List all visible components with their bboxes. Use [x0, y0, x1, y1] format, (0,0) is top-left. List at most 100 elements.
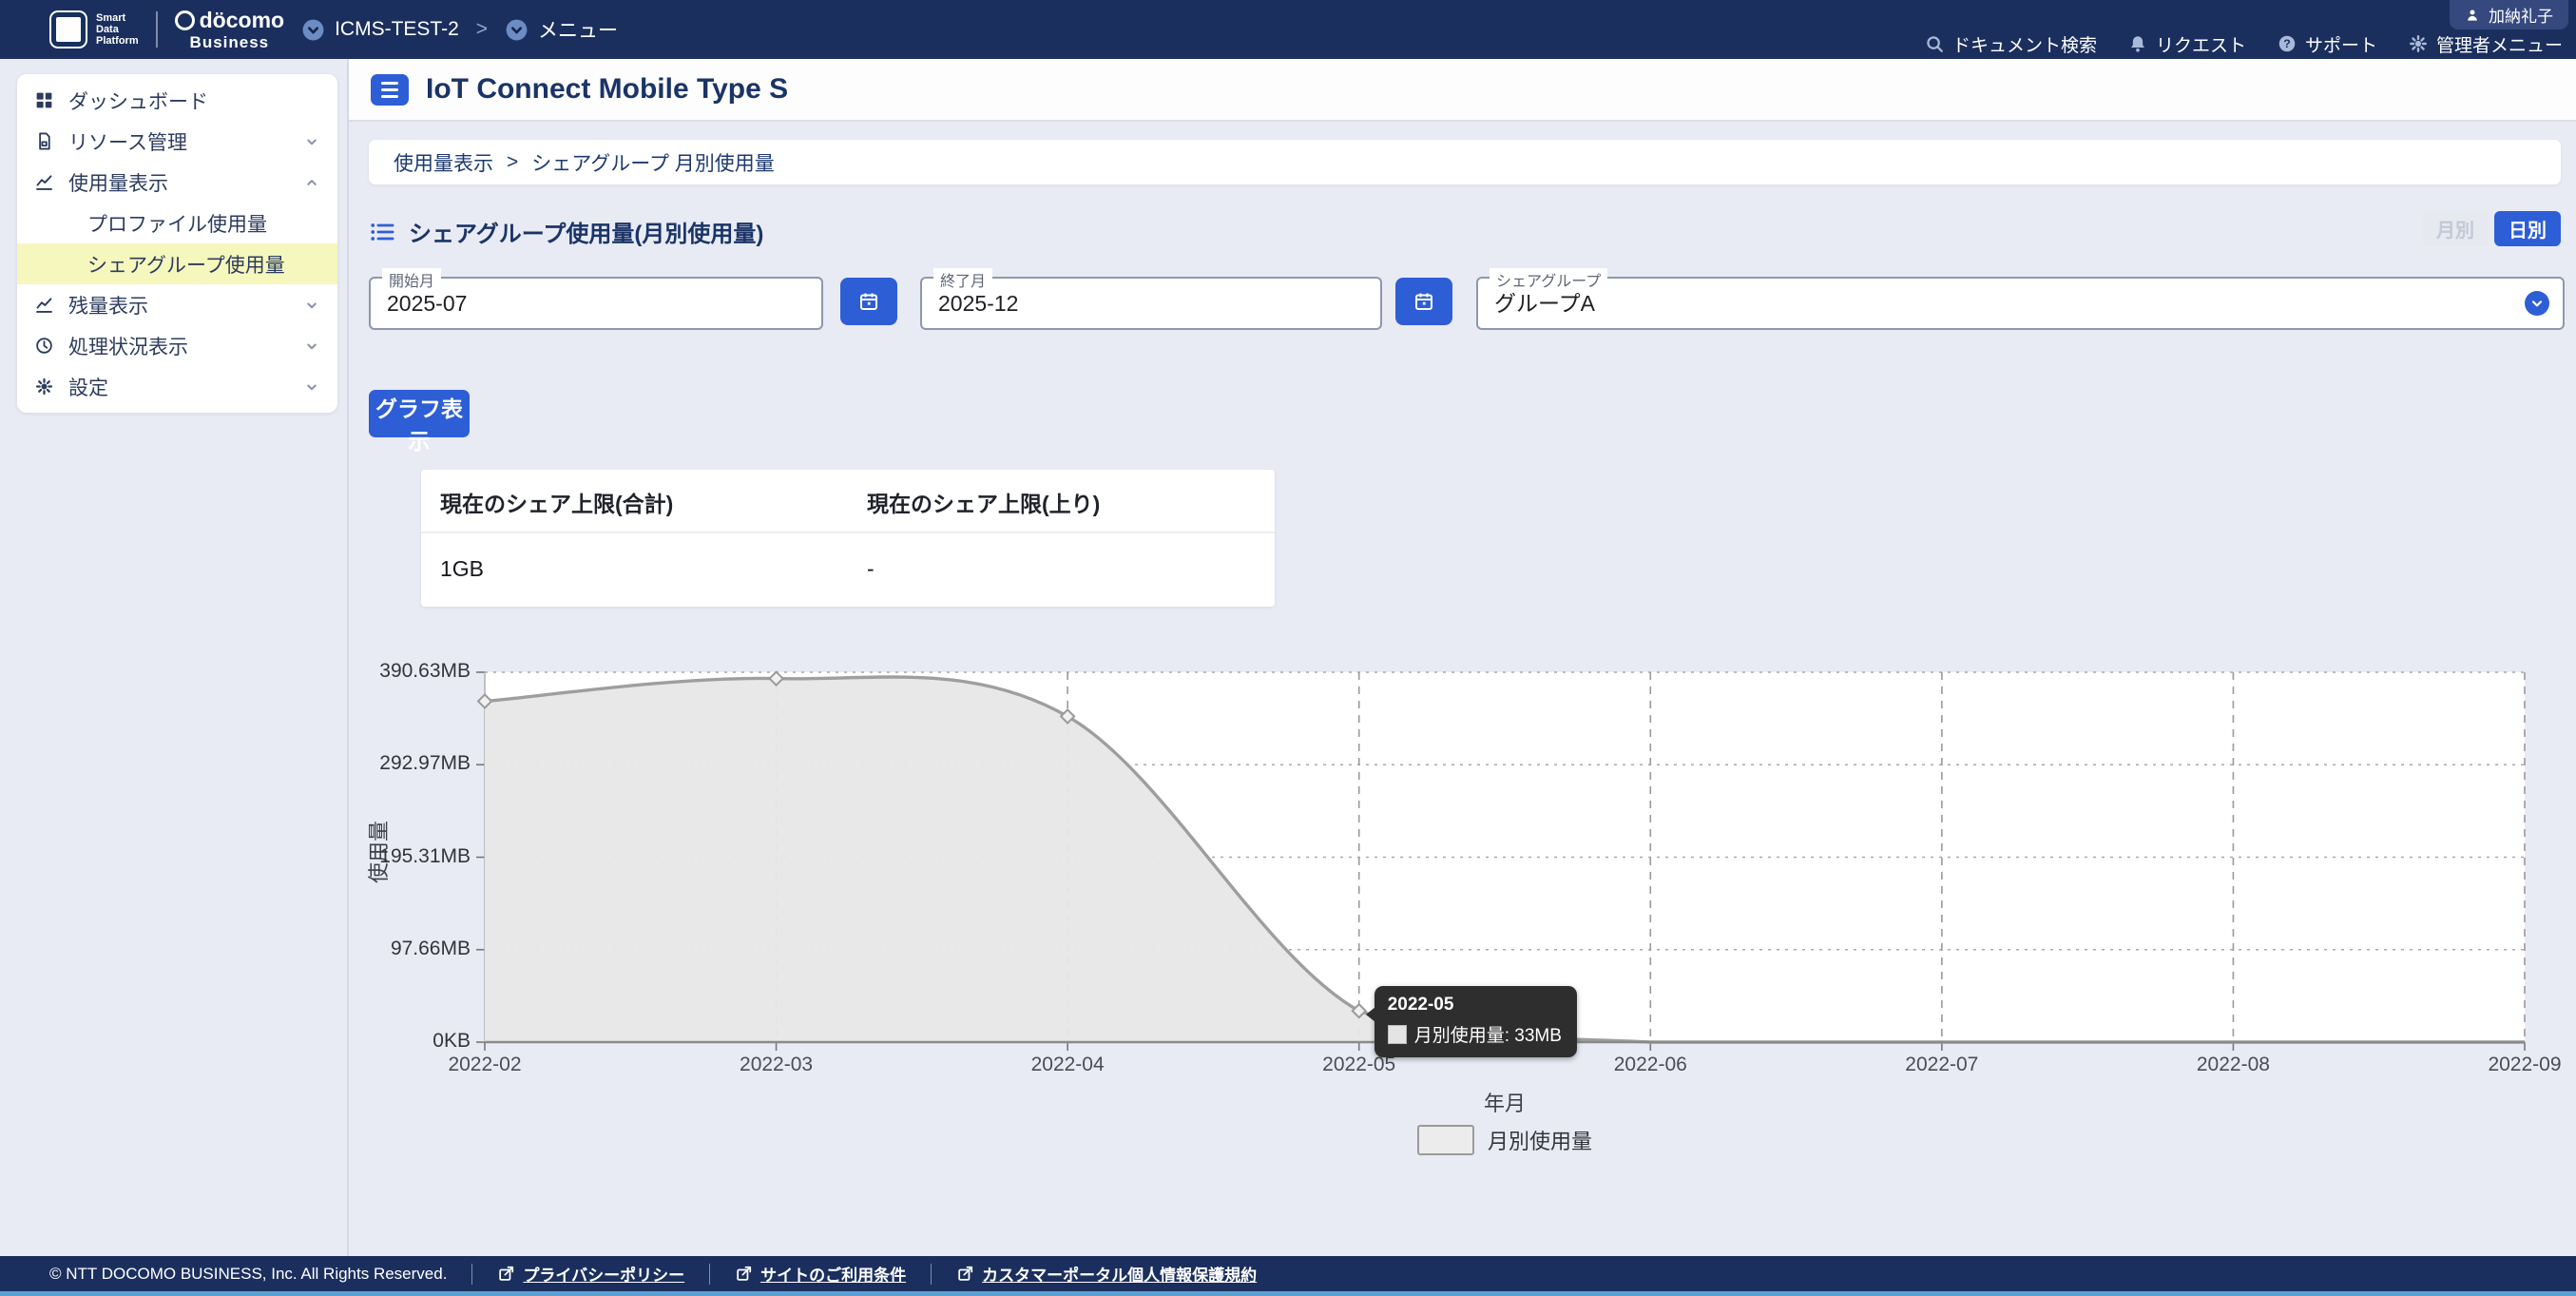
title-bar: IoT Connect Mobile Type S: [349, 59, 2576, 122]
topbar-link-search[interactable]: ドキュメント検索: [1924, 31, 2097, 57]
y-axis-tick-label: 0KB: [328, 1030, 471, 1053]
legend-swatch: [1417, 1125, 1474, 1155]
user-name: 加納礼子: [2489, 3, 2553, 27]
chevron-circle-icon: [505, 18, 529, 42]
list-icon: [369, 219, 395, 245]
end-month-field[interactable]: 終了月 2025-12: [920, 277, 1382, 330]
menu-selector[interactable]: メニュー: [505, 15, 618, 44]
share-group-select[interactable]: シェアグループ グループA: [1476, 277, 2565, 330]
menu-label: メニュー: [538, 15, 618, 44]
sidebar-item-設定[interactable]: 設定: [17, 366, 337, 407]
dashboard-icon: [34, 90, 55, 110]
y-axis-tick-label: 390.63MB: [328, 660, 471, 683]
table-cell: 1GB: [421, 532, 848, 607]
monthly-toggle-button[interactable]: 月別: [2422, 211, 2489, 246]
external-link-icon: [956, 1265, 974, 1283]
topbar-link-bell[interactable]: リクエスト: [2127, 31, 2246, 57]
show-graph-button[interactable]: グラフ表示: [369, 390, 470, 437]
breadcrumb-item[interactable]: 使用量表示: [394, 148, 493, 177]
sidebar-item-リソース管理[interactable]: リソース管理: [17, 121, 337, 162]
share-limit-table: 現在のシェア上限(合計)現在のシェア上限(上り) 1GB-: [421, 470, 1275, 607]
x-axis-tick-label: 2022-03: [720, 1054, 834, 1076]
svg-text:?: ?: [2283, 37, 2291, 50]
end-month-label: 終了月: [933, 268, 992, 291]
topbar-left: Smart Data Platform döcomo Business ICMS…: [49, 0, 618, 59]
end-month-calendar-button[interactable]: [1395, 278, 1452, 325]
x-axis-tick-label: 2022-06: [1593, 1054, 1707, 1076]
page-title: IoT Connect Mobile Type S: [426, 73, 788, 106]
footer-link[interactable]: サイトのご利用条件: [735, 1262, 906, 1286]
chart-icon: [34, 295, 55, 315]
chart-icon: [34, 172, 55, 192]
clock-icon: [34, 336, 55, 356]
x-axis-tick-label: 2022-08: [2176, 1054, 2290, 1076]
chevron-down-icon[interactable]: [2525, 291, 2549, 316]
sim-icon: [34, 131, 55, 151]
sidebar-item-ダッシュボード[interactable]: ダッシュボード: [17, 80, 337, 121]
smart-data-platform-label: Smart Data Platform: [96, 12, 139, 47]
topbar: Smart Data Platform döcomo Business ICMS…: [0, 0, 2576, 59]
x-axis-tick-label: 2022-09: [2468, 1054, 2576, 1076]
smart-data-platform-logo: [49, 10, 87, 48]
tooltip-swatch: [1388, 1025, 1407, 1044]
workspace-selector[interactable]: ICMS-TEST-2: [301, 18, 459, 42]
chevron-down-icon: [303, 133, 320, 150]
external-link-icon: [735, 1265, 753, 1283]
workspace-label: ICMS-TEST-2: [335, 18, 459, 41]
chevron-down-icon: [303, 338, 320, 355]
chevron-down-icon: [303, 297, 320, 314]
bottom-accent-strip: [0, 1291, 2576, 1296]
x-axis-tick-label: 2022-07: [1885, 1054, 1999, 1076]
sidebar-item-処理状況表示[interactable]: 処理状況表示: [17, 325, 337, 366]
y-axis-tick-label: 195.31MB: [328, 845, 471, 868]
chevron-circle-icon: [301, 18, 325, 42]
x-axis-tick-label: 2022-02: [428, 1054, 542, 1076]
breadcrumb-card: 使用量表示 > シェアグループ 月別使用量: [369, 140, 2561, 184]
footer-link[interactable]: プライバシーポリシー: [497, 1262, 684, 1286]
sidebar-item-使用量表示[interactable]: 使用量表示: [17, 162, 337, 203]
y-axis-tick-label: 97.66MB: [328, 938, 471, 960]
start-month-field[interactable]: 開始月 2025-07: [369, 277, 823, 330]
sidebar-item-シェアグループ使用量[interactable]: シェアグループ使用量: [17, 243, 337, 284]
user-chip[interactable]: 加納礼子: [2450, 0, 2568, 29]
external-link-icon: [497, 1265, 515, 1283]
table-header: 現在のシェア上限(上り): [848, 470, 1275, 532]
chart-tooltip: 2022-05 月別使用量: 33MB: [1375, 986, 1577, 1057]
x-axis-title: 年月: [1448, 1087, 1562, 1117]
sidebar-item-プロファイル使用量[interactable]: プロファイル使用量: [17, 203, 337, 243]
breadcrumb: 使用量表示 > シェアグループ 月別使用量: [394, 148, 775, 177]
sidebar-menu: ダッシュボードリソース管理使用量表示プロファイル使用量シェアグループ使用量残量表…: [17, 74, 337, 413]
help-icon: ?: [2277, 33, 2297, 54]
bell-icon: [2127, 33, 2148, 54]
tooltip-value: 月別使用量: 33MB: [1414, 1021, 1562, 1047]
topbar-separator: >: [476, 18, 488, 41]
daily-toggle-button[interactable]: 日別: [2494, 211, 2561, 246]
topbar-divider: [156, 11, 158, 48]
table-cell: -: [848, 532, 1275, 607]
start-month-calendar-button[interactable]: [840, 278, 897, 325]
docomo-ring-icon: [175, 10, 195, 30]
legend-label: 月別使用量: [1488, 1125, 1592, 1155]
start-month-label: 開始月: [382, 268, 441, 291]
breadcrumb-separator: >: [507, 151, 518, 174]
chart-legend: 月別使用量: [485, 1125, 2525, 1155]
topbar-link-help[interactable]: ?サポート: [2277, 31, 2377, 57]
topbar-links: ドキュメント検索 リクエスト ?サポート 管理者メニュー: [1924, 31, 2563, 56]
table-row: 1GB-: [421, 532, 1275, 607]
sidebar-item-残量表示[interactable]: 残量表示: [17, 284, 337, 325]
share-group-label: シェアグループ: [1490, 268, 1607, 291]
share-group-value: グループA: [1478, 279, 2563, 328]
footer: © NTT DOCOMO BUSINESS, Inc. All Rights R…: [0, 1256, 2576, 1291]
gear-icon: [2408, 33, 2429, 54]
hamburger-menu-button[interactable]: [371, 74, 409, 106]
footer-link[interactable]: カスタマーポータル個人情報保護規約: [956, 1262, 1257, 1286]
gear-icon: [34, 377, 55, 397]
sidebar: ダッシュボードリソース管理使用量表示プロファイル使用量シェアグループ使用量残量表…: [0, 59, 349, 1256]
search-icon: [1924, 33, 1945, 54]
y-axis-tick-label: 292.97MB: [328, 752, 471, 775]
copyright-text: © NTT DOCOMO BUSINESS, Inc. All Rights R…: [49, 1265, 447, 1284]
x-axis-tick-label: 2022-04: [1010, 1054, 1125, 1076]
chevron-down-icon: [303, 378, 320, 396]
breadcrumb-item: シェアグループ 月別使用量: [531, 148, 775, 177]
topbar-link-gear[interactable]: 管理者メニュー: [2408, 31, 2563, 57]
